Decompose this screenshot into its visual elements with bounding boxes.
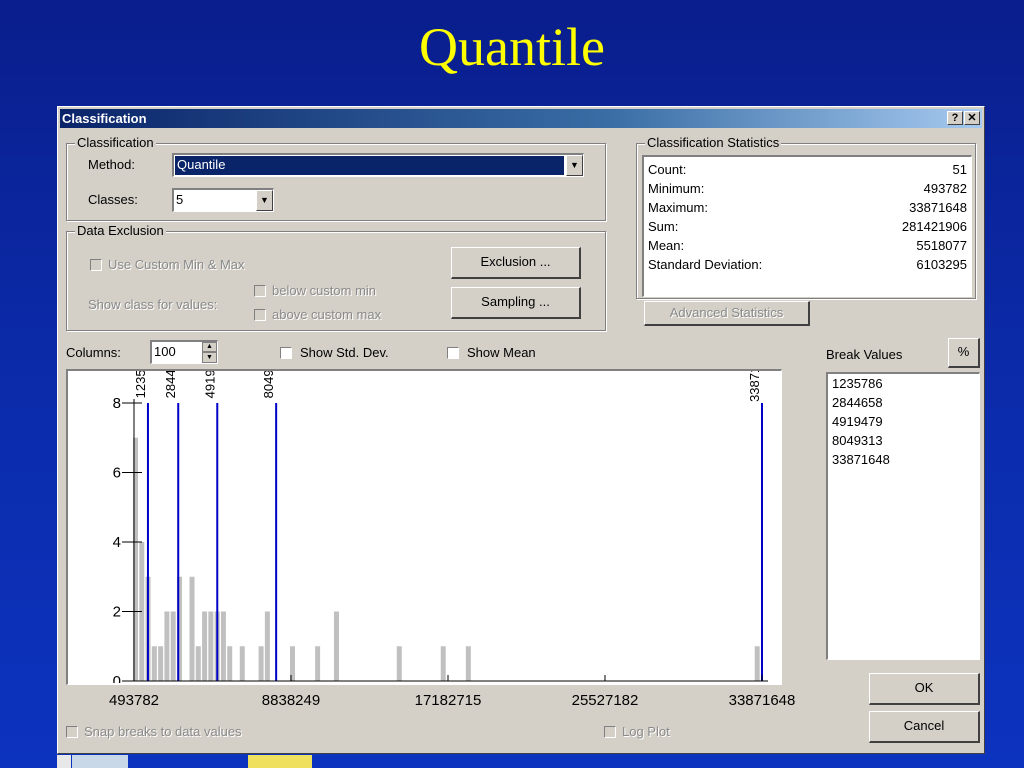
histogram-bar xyxy=(258,646,264,681)
use-custom-label: Use Custom Min & Max xyxy=(108,257,245,272)
spin-down-icon[interactable]: ▼ xyxy=(202,352,217,363)
break-value-item[interactable]: 4919479 xyxy=(828,412,979,431)
chevron-down-icon[interactable]: ▼ xyxy=(256,190,273,211)
help-button[interactable]: ? xyxy=(947,111,963,125)
cancel-button[interactable]: Cancel xyxy=(869,711,980,743)
spin-up-icon[interactable]: ▲ xyxy=(202,342,217,352)
stat-row-minimum: Minimum: 493782 xyxy=(648,181,967,196)
show-mean-checkbox[interactable] xyxy=(447,347,459,359)
stat-row-count: Count: 51 xyxy=(648,162,967,177)
break-value-item[interactable]: 2844658 xyxy=(828,393,979,412)
histogram-bar xyxy=(151,646,157,681)
chevron-down-icon[interactable]: ▼ xyxy=(566,155,583,176)
break-value-item[interactable]: 1235786 xyxy=(828,374,979,393)
histogram-bar xyxy=(202,611,208,681)
x-tick-label: 493782 xyxy=(109,692,159,709)
x-tick-labels: 493782 8838249 17182715 25527182 33871648 xyxy=(109,692,796,709)
histogram-bar xyxy=(189,576,195,681)
histogram-bar xyxy=(170,611,176,681)
exclusion-button[interactable]: Exclusion ... xyxy=(451,247,581,279)
show-class-label: Show class for values: xyxy=(88,297,218,312)
statistics-group-label: Classification Statistics xyxy=(645,135,782,150)
classification-dialog: Classification ? ✕ Classification Method… xyxy=(57,106,985,754)
histogram-bar xyxy=(239,646,245,681)
close-button[interactable]: ✕ xyxy=(964,111,980,125)
break-label: 2844658 xyxy=(163,371,178,398)
histogram-bar xyxy=(440,646,446,681)
break-label: 1235786 xyxy=(133,371,148,398)
break-label: 4919479 xyxy=(202,371,217,398)
show-std-dev-checkbox[interactable] xyxy=(280,347,292,359)
statistics-list: Count: 51 Minimum: 493782 Maximum: 33871648… xyxy=(642,155,972,297)
y-tick-label: 8 xyxy=(113,395,121,412)
stat-row-mean: Mean: 5518077 xyxy=(648,238,967,253)
above-max-label: above custom max xyxy=(272,307,382,322)
ok-button[interactable]: OK xyxy=(869,673,980,705)
stat-row-maximum: Maximum: 33871648 xyxy=(648,200,967,215)
desktop-strip-mid xyxy=(72,755,128,768)
log-plot-checkbox[interactable] xyxy=(604,726,616,738)
method-dropdown[interactable]: Quantile ▼ xyxy=(172,153,584,177)
histogram-bar xyxy=(195,646,201,681)
percent-button[interactable]: % xyxy=(948,338,980,368)
dialog-title: Classification xyxy=(62,111,147,126)
y-tick-label: 6 xyxy=(113,465,121,482)
classes-label: Classes: xyxy=(88,192,138,207)
slide-title: Quantile xyxy=(419,17,605,77)
sampling-button[interactable]: Sampling ... xyxy=(451,287,581,319)
histogram-bar xyxy=(227,646,233,681)
desktop-strip-left xyxy=(57,755,71,768)
method-label: Method: xyxy=(88,157,135,172)
advanced-statistics-button[interactable]: Advanced Statistics xyxy=(644,301,810,326)
snap-breaks-label: Snap breaks to data values xyxy=(84,724,242,739)
columns-spinner[interactable]: 100 ▲ ▼ xyxy=(150,340,218,364)
y-tick-label: 4 xyxy=(113,534,121,551)
break-label: 33871648 xyxy=(747,371,762,402)
y-tick-label: 0 xyxy=(113,673,121,683)
x-tick-label: 33871648 xyxy=(729,692,796,709)
columns-label: Columns: xyxy=(66,345,121,360)
histogram-bar xyxy=(465,646,471,681)
histogram-bar xyxy=(220,611,226,681)
histogram-panel[interactable]: 1235786 2844658 4919479 8049313 33871648 0 2 4 6… xyxy=(66,344,782,690)
break-values-list[interactable]: 1235786 2844658 4919479 8049313 33871648 xyxy=(826,372,980,660)
x-tick-label: 8838249 xyxy=(262,692,320,709)
method-value: Quantile xyxy=(175,156,564,175)
histogram-bar xyxy=(158,646,164,681)
dialog-titlebar[interactable]: Classification ? ✕ xyxy=(60,109,982,128)
snap-breaks-checkbox[interactable] xyxy=(66,726,78,738)
histogram-bar xyxy=(333,611,339,681)
histogram-bar xyxy=(754,646,760,681)
x-tick-label: 17182715 xyxy=(415,692,482,709)
below-min-label: below custom min xyxy=(272,283,377,298)
break-label: 8049313 xyxy=(261,371,276,398)
histogram-chart[interactable]: 1235786 2844658 4919479 8049313 33871648 0 2 4 6… xyxy=(68,344,780,690)
classes-value: 5 xyxy=(176,192,184,207)
below-min-checkbox[interactable] xyxy=(254,285,266,297)
break-values-label: Break Values xyxy=(826,347,903,362)
show-std-dev-label: Show Std. Dev. xyxy=(300,345,389,360)
desktop-strip-yellow xyxy=(248,755,312,768)
stat-row-std-dev: Standard Deviation: 6103295 xyxy=(648,257,967,272)
classes-dropdown[interactable]: 5 ▼ xyxy=(172,188,274,212)
log-plot-label: Log Plot xyxy=(622,724,670,739)
histogram-bar xyxy=(396,646,402,681)
histogram-bar xyxy=(315,646,321,681)
above-max-checkbox[interactable] xyxy=(254,309,266,321)
histogram-bar xyxy=(164,611,170,681)
break-value-item[interactable]: 8049313 xyxy=(828,431,979,450)
y-tick-label: 2 xyxy=(113,604,121,621)
classification-group-label: Classification xyxy=(75,135,156,150)
histogram-bar xyxy=(208,611,214,681)
break-value-item[interactable]: 33871648 xyxy=(828,450,979,469)
columns-value: 100 xyxy=(154,344,176,359)
use-custom-checkbox[interactable] xyxy=(90,259,102,271)
data-exclusion-group-label: Data Exclusion xyxy=(75,223,166,238)
histogram-bar xyxy=(264,611,270,681)
stat-row-sum: Sum: 281421906 xyxy=(648,219,967,234)
show-mean-label: Show Mean xyxy=(467,345,536,360)
x-tick-label: 25527182 xyxy=(572,692,639,709)
